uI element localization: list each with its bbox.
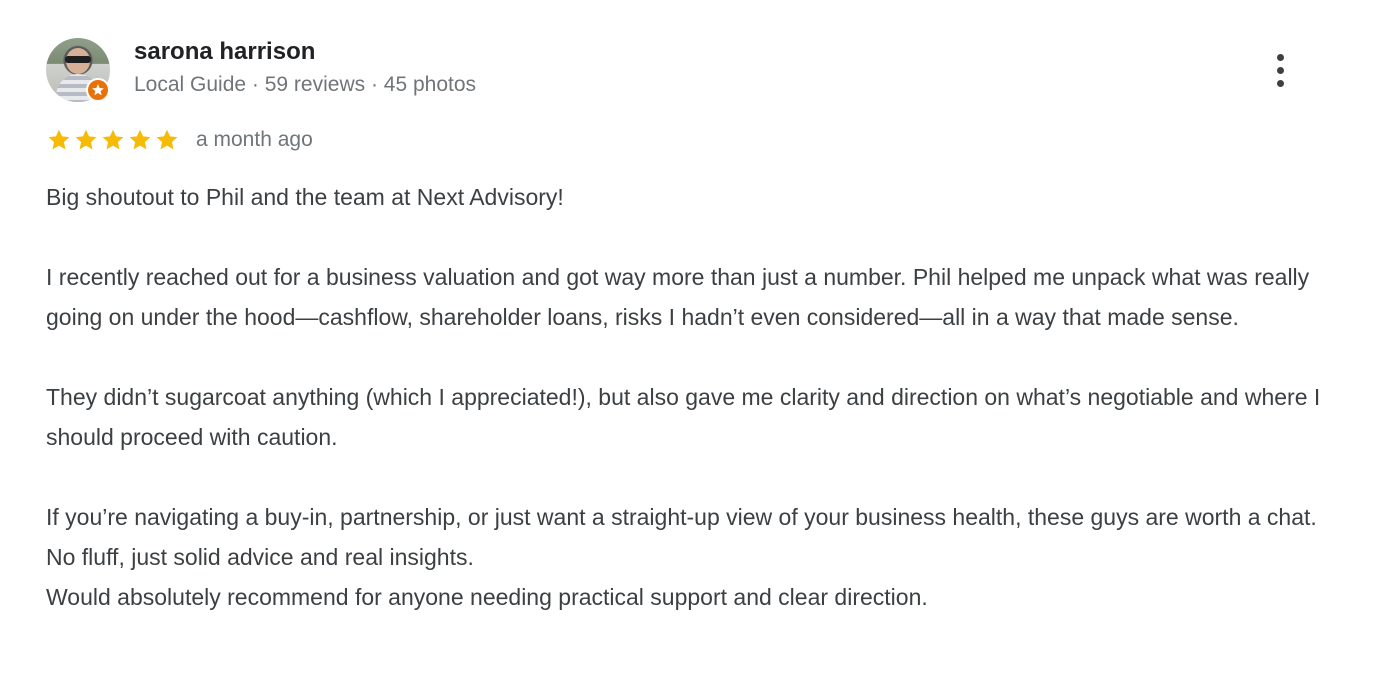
review-time: a month ago	[196, 128, 313, 151]
more-vertical-icon	[1276, 53, 1284, 61]
more-options-button[interactable]	[1262, 48, 1298, 92]
review-paragraph: I recently reached out for a business va…	[46, 264, 1310, 330]
review-paragraph: They didn’t sugarcoat anything (which I …	[46, 384, 1321, 450]
reviewer-meta: Local Guide · 59 reviews · 45 photos	[134, 73, 477, 96]
review-text: Big shoutout to Phil and the team at Nex…	[46, 177, 1336, 617]
star-rating	[46, 127, 180, 153]
reviewer-name[interactable]: sarona harrison	[134, 38, 315, 66]
local-guide-badge-icon	[86, 78, 110, 102]
star-icon	[156, 129, 178, 150]
review-paragraph: If you’re navigating a buy-in, partnersh…	[46, 504, 1317, 570]
avatar[interactable]	[46, 38, 110, 102]
review-paragraph: Would absolutely recommend for anyone ne…	[46, 584, 928, 610]
star-icon	[48, 129, 70, 150]
review-paragraph: Big shoutout to Phil and the team at Nex…	[46, 184, 564, 210]
star-icon	[75, 129, 97, 150]
rating-row: a month ago	[46, 126, 313, 154]
star-icon	[102, 129, 124, 150]
star-icon	[129, 129, 151, 150]
